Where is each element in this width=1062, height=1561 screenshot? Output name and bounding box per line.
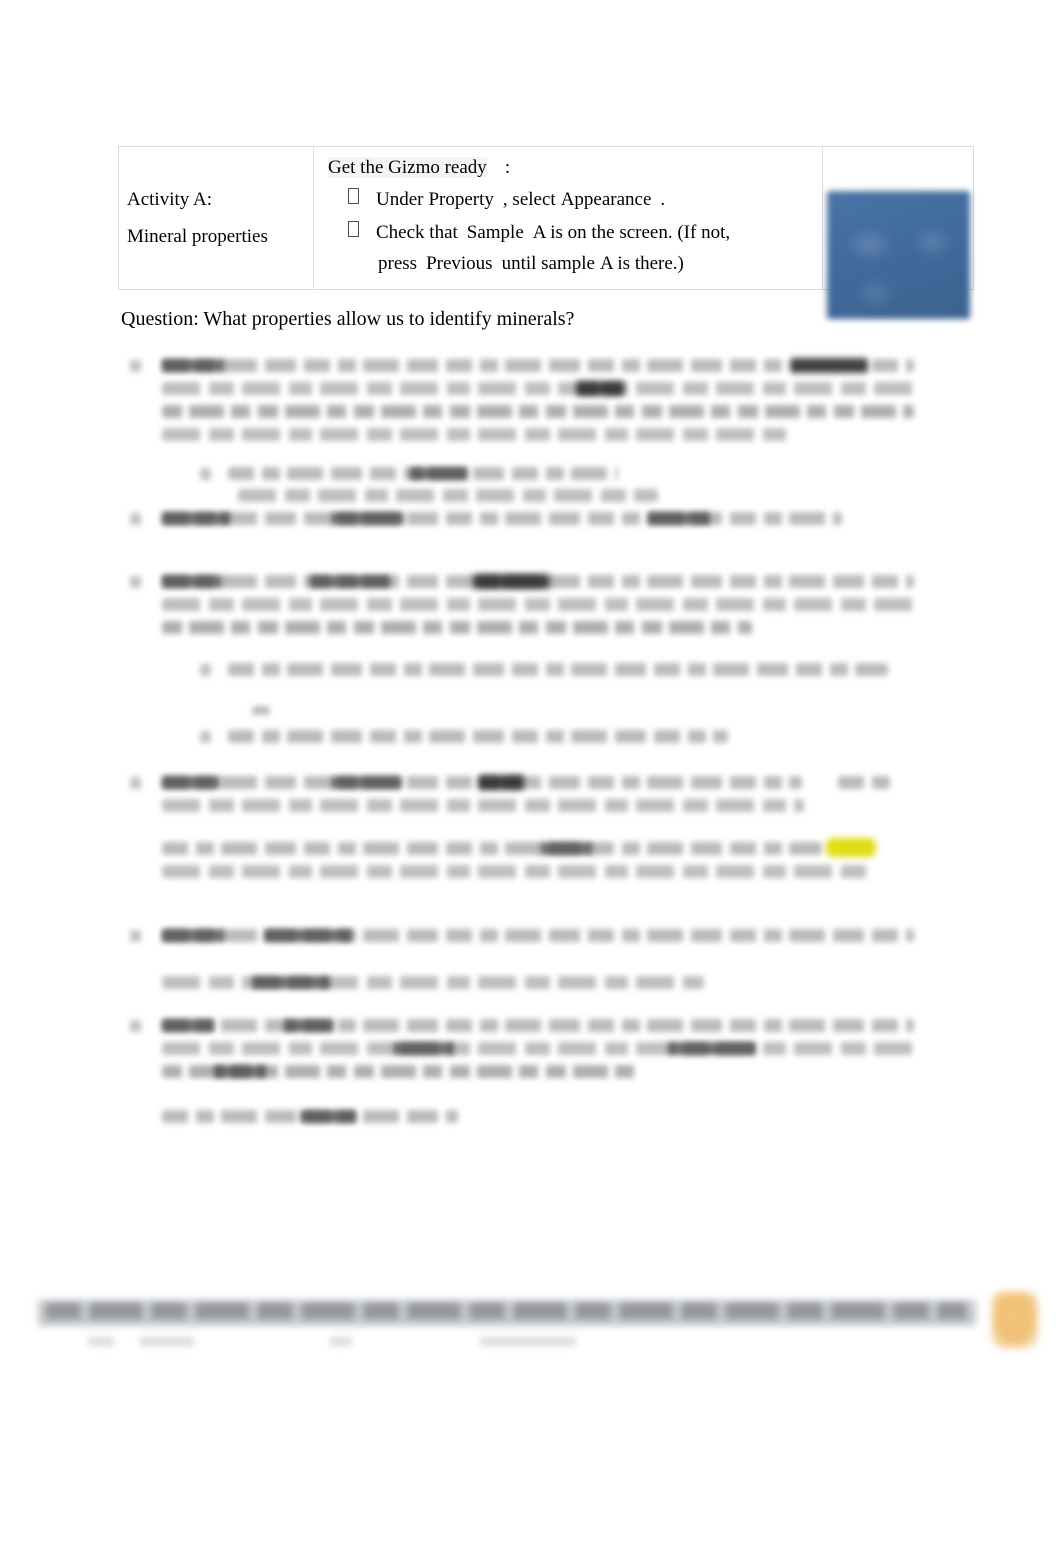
body-line xyxy=(228,663,888,676)
redaction-block xyxy=(576,381,624,396)
bullet-1-seg-3: , select xyxy=(502,189,556,210)
body-bold-run xyxy=(310,575,390,588)
list-number-1 xyxy=(130,360,141,372)
bullet-2-seg-7: A is there.) xyxy=(599,252,684,274)
instruction-bullet-1: Under Property , select Appearance. xyxy=(328,185,808,216)
list-sub-letter-a xyxy=(200,664,211,676)
gizmo-ready-colon: : xyxy=(504,157,511,178)
instructions-cell: Get the Gizmo ready: Under Property , sele… xyxy=(313,145,823,291)
body-bold-run xyxy=(540,842,592,855)
body-bold-run xyxy=(162,1019,214,1032)
body-bold-run xyxy=(162,575,222,588)
body-bold-run xyxy=(162,512,230,525)
redaction-block xyxy=(790,358,868,373)
body-line xyxy=(872,359,914,372)
bullet-1-seg-2: Property xyxy=(428,189,494,210)
list-number-5 xyxy=(130,930,141,942)
footer-subline xyxy=(140,1337,194,1346)
list-sub-letter-b xyxy=(200,731,211,743)
gizmo-image-cell xyxy=(822,145,974,319)
activity-title: Activity A: xyxy=(127,189,212,211)
bullet-1-seg-5: . xyxy=(660,189,666,210)
worksheet-body xyxy=(0,348,1062,1138)
bullet-2-seg-4: press xyxy=(378,252,418,274)
question-line: Question: What properties allow us to id… xyxy=(121,308,575,330)
body-line-fragment xyxy=(252,706,270,715)
body-bold-run xyxy=(214,1065,266,1078)
body-bold-run xyxy=(264,929,352,942)
list-number-4 xyxy=(130,777,141,789)
list-number-3 xyxy=(130,576,141,588)
activity-title-cell: Activity A: Mineral properties xyxy=(118,145,314,291)
body-line xyxy=(162,1042,914,1055)
body-line xyxy=(162,1019,914,1032)
bullet-box-icon xyxy=(348,188,359,204)
yellow-highlight xyxy=(826,838,876,857)
bullet-2-seg-6: until sample xyxy=(501,252,595,274)
page-badge xyxy=(992,1292,1038,1348)
body-line xyxy=(162,405,914,418)
body-line xyxy=(162,621,752,634)
body-bold-run xyxy=(252,976,330,989)
redaction-block xyxy=(478,775,524,790)
footer-subline xyxy=(330,1337,352,1346)
body-bold-run xyxy=(410,467,468,480)
body-line xyxy=(162,428,792,441)
footer-text xyxy=(46,1303,966,1319)
bullet-1-seg-1: Under xyxy=(376,189,424,210)
bullet-box-icon xyxy=(348,220,359,237)
body-line xyxy=(162,799,804,812)
bullet-2-seg-5: Previous xyxy=(426,252,493,274)
bullet-2-seg-3: A is on the screen. (If not, xyxy=(532,221,731,243)
body-bold-run xyxy=(162,776,220,789)
body-line xyxy=(162,842,822,855)
bullet-2-seg-2: Sample xyxy=(466,221,524,243)
list-number-2 xyxy=(130,513,141,525)
body-bold-run xyxy=(284,1019,334,1032)
body-bold-run xyxy=(330,512,404,525)
instruction-bullet-2: Check that Sample A is on the screen. (If … xyxy=(328,218,808,280)
activity-subtitle: Mineral properties xyxy=(127,226,268,248)
body-line xyxy=(162,598,914,611)
gizmo-ready-text: Get the Gizmo ready xyxy=(328,157,487,178)
redaction-block xyxy=(472,574,550,589)
body-line xyxy=(838,776,890,789)
body-line xyxy=(162,865,874,878)
instruction-bullet-list: Under Property , select Appearance. Check t… xyxy=(328,185,808,279)
gizmo-ready-heading: Get the Gizmo ready: xyxy=(328,157,808,179)
gizmo-screenshot-thumbnail xyxy=(827,191,970,319)
bullet-1-seg-4: Appearance xyxy=(560,189,652,210)
body-line xyxy=(162,359,782,372)
body-line xyxy=(162,976,704,989)
body-line xyxy=(228,730,728,743)
body-bold-run xyxy=(162,359,224,372)
body-bold-run xyxy=(392,1042,454,1055)
body-bold-run xyxy=(668,1042,756,1055)
body-bold-run xyxy=(330,776,402,789)
body-bold-run xyxy=(648,512,710,525)
body-bold-run xyxy=(300,1110,356,1123)
body-bold-run xyxy=(162,929,224,942)
footer-subline xyxy=(480,1337,576,1346)
body-line xyxy=(162,382,914,395)
list-number-6 xyxy=(130,1020,141,1032)
body-line xyxy=(162,512,842,525)
footer-subline xyxy=(88,1337,114,1346)
bullet-2-seg-1: Check that xyxy=(376,221,458,243)
list-sub-letter-a xyxy=(200,468,211,480)
body-line xyxy=(238,489,658,502)
activity-header-table: Activity A: Mineral properties Get the G… xyxy=(118,145,974,319)
